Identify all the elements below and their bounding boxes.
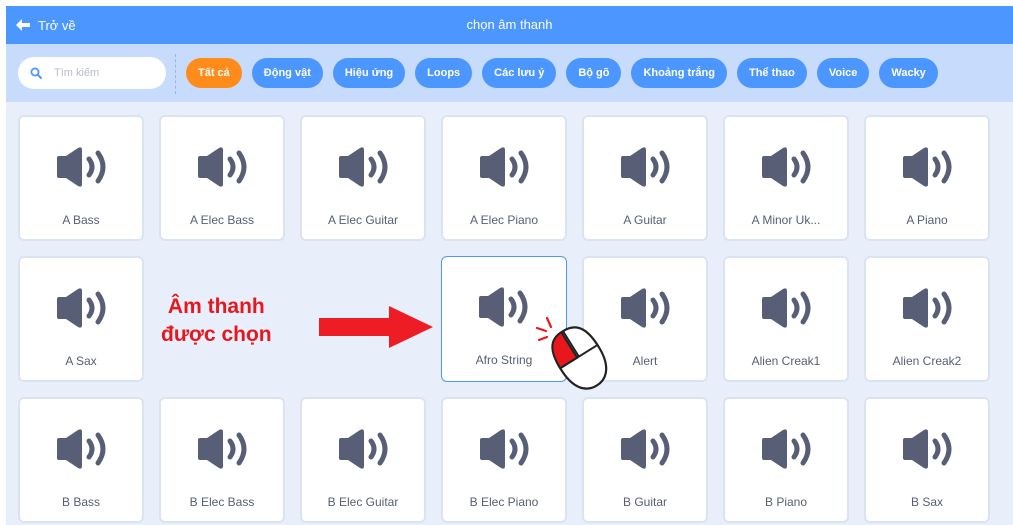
category-tabs: Tất cả Động vật Hiệu ứng Loops Các lưu ý Bộ g… xyxy=(186,58,938,88)
sound-card[interactable]: A Sax xyxy=(18,256,144,382)
sound-card[interactable]: B Elec Bass xyxy=(159,397,285,523)
speaker-icon xyxy=(54,429,112,469)
sound-library-dialog: Trở về chọn âm thanh Tất cả Động vật Hiệu … xyxy=(6,6,1013,525)
sound-card[interactable]: A Minor Uk... xyxy=(723,115,849,241)
sound-card[interactable]: B Piano xyxy=(723,397,849,523)
sound-card[interactable]: B Elec Guitar xyxy=(300,397,426,523)
search-input[interactable] xyxy=(52,66,156,80)
speaker-icon xyxy=(900,147,958,187)
search-icon xyxy=(30,67,42,79)
sound-label: A Sax xyxy=(65,354,97,368)
sound-card[interactable]: A Elec Piano xyxy=(441,115,567,241)
sound-label: A Minor Uk... xyxy=(751,213,821,227)
sound-label: B Elec Guitar xyxy=(327,495,399,509)
category-tab-1[interactable]: Động vật xyxy=(251,58,323,88)
category-tab-6[interactable]: Khoảng trắng xyxy=(631,58,727,88)
sound-card[interactable]: B Sax xyxy=(864,397,990,523)
speaker-icon xyxy=(336,429,394,469)
category-tab-9[interactable]: Wacky xyxy=(879,58,938,88)
sound-label: A Elec Guitar xyxy=(327,213,399,227)
sound-card[interactable]: Alien Creak1 xyxy=(723,256,849,382)
sound-card[interactable]: A Guitar xyxy=(582,115,708,241)
sound-card[interactable]: A Piano xyxy=(864,115,990,241)
selected-annotation: Âm thanh được chọn xyxy=(161,293,272,349)
category-tab-0[interactable]: Tất cả xyxy=(186,58,242,88)
sound-card[interactable]: B Bass xyxy=(18,397,144,523)
speaker-icon xyxy=(54,288,112,328)
sound-label: B Bass xyxy=(61,495,100,509)
speaker-icon xyxy=(336,147,394,187)
sound-label: B Piano xyxy=(764,495,808,509)
speaker-icon xyxy=(759,288,817,328)
speaker-icon xyxy=(54,147,112,187)
search-box[interactable] xyxy=(18,57,166,89)
sound-label: A Elec Bass xyxy=(189,213,255,227)
sound-card[interactable]: B Elec Piano xyxy=(441,397,567,523)
back-button[interactable]: Trở về xyxy=(16,6,76,44)
category-tab-3[interactable]: Loops xyxy=(415,58,473,88)
mouse-click-icon xyxy=(535,316,608,390)
sound-label: A Elec Piano xyxy=(469,213,539,227)
sound-label: B Sax xyxy=(910,495,943,509)
speaker-icon xyxy=(195,147,253,187)
sound-label: Alien Creak2 xyxy=(892,354,962,368)
speaker-icon xyxy=(618,288,676,328)
speaker-icon xyxy=(476,287,534,327)
category-tab-2[interactable]: Hiệu ứng xyxy=(332,58,406,88)
category-tab-5[interactable]: Bộ gõ xyxy=(566,58,622,88)
sound-card[interactable]: Alien Creak2 xyxy=(864,256,990,382)
sound-label: Alien Creak1 xyxy=(751,354,821,368)
speaker-icon xyxy=(618,429,676,469)
category-tab-4[interactable]: Các lưu ý xyxy=(482,58,557,88)
category-tab-8[interactable]: Voice xyxy=(816,58,870,88)
sound-label: A Piano xyxy=(906,213,948,227)
sound-label: A Guitar xyxy=(623,213,667,227)
sound-grid: A Bass A Elec Bass A Elec Guitar A Elec Pia… xyxy=(6,102,1013,525)
speaker-icon xyxy=(618,147,676,187)
filter-divider xyxy=(175,54,176,94)
sound-card[interactable]: A Elec Bass xyxy=(159,115,285,241)
header-bar: Trở về chọn âm thanh xyxy=(6,6,1013,44)
speaker-icon xyxy=(900,429,958,469)
sound-label: A Bass xyxy=(62,213,100,227)
arrow-left-icon xyxy=(16,19,30,31)
category-tab-7[interactable]: Thể thao xyxy=(736,58,807,88)
sound-label: B Elec Piano xyxy=(469,495,539,509)
sound-label: B Elec Bass xyxy=(189,495,255,509)
back-label: Trở về xyxy=(38,17,76,33)
annotation-line-1: Âm thanh xyxy=(167,295,265,318)
speaker-icon xyxy=(759,147,817,187)
speaker-icon xyxy=(477,147,535,187)
red-arrow-icon xyxy=(319,306,433,348)
sound-card[interactable]: B Guitar xyxy=(582,397,708,523)
filter-bar: Tất cả Động vật Hiệu ứng Loops Các lưu ý Bộ g… xyxy=(6,44,1013,102)
annotation-line-2: được chọn xyxy=(161,323,272,346)
page-title: chọn âm thanh xyxy=(466,17,553,32)
speaker-icon xyxy=(900,288,958,328)
speaker-icon xyxy=(759,429,817,469)
sound-card[interactable]: A Bass xyxy=(18,115,144,241)
speaker-icon xyxy=(195,429,253,469)
speaker-icon xyxy=(477,429,535,469)
sound-label: B Guitar xyxy=(622,495,667,509)
sound-card[interactable]: A Elec Guitar xyxy=(300,115,426,241)
